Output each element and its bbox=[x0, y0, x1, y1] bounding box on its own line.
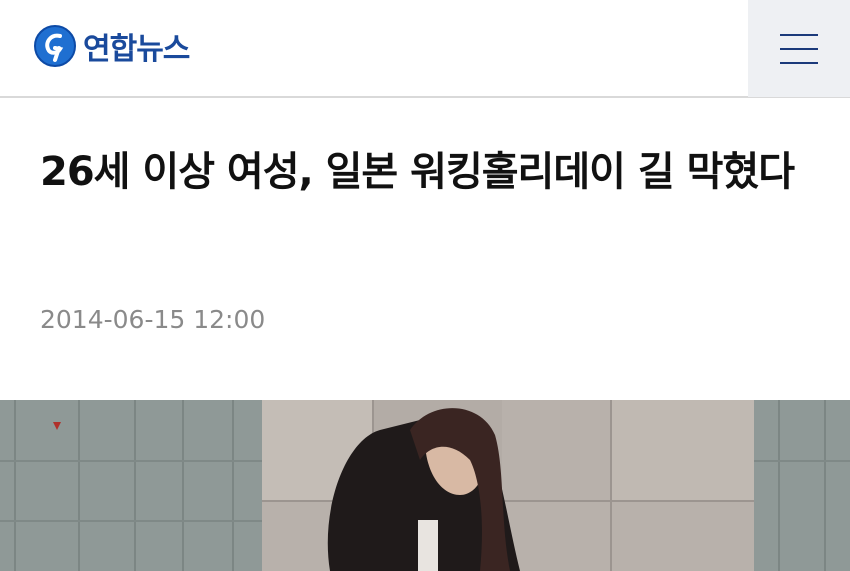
article-photo bbox=[0, 400, 850, 571]
photo-illustration bbox=[0, 400, 850, 571]
logo-text: 연합뉴스 bbox=[83, 32, 190, 67]
article-date: 2014-06-15 12:00 bbox=[40, 305, 266, 334]
site-header: 연합뉴스 bbox=[0, 0, 850, 98]
hamburger-bar bbox=[780, 47, 818, 50]
hamburger-bar bbox=[780, 61, 818, 64]
yonhap-logo[interactable]: 연합뉴스 bbox=[33, 20, 190, 72]
article-title: 26세 이상 여성, 일본 워킹홀리데이 길 막혔다 bbox=[40, 149, 795, 195]
hamburger-menu-icon bbox=[780, 33, 818, 36]
menu-button[interactable] bbox=[748, 0, 850, 97]
yonhap-logo-icon bbox=[34, 25, 76, 67]
